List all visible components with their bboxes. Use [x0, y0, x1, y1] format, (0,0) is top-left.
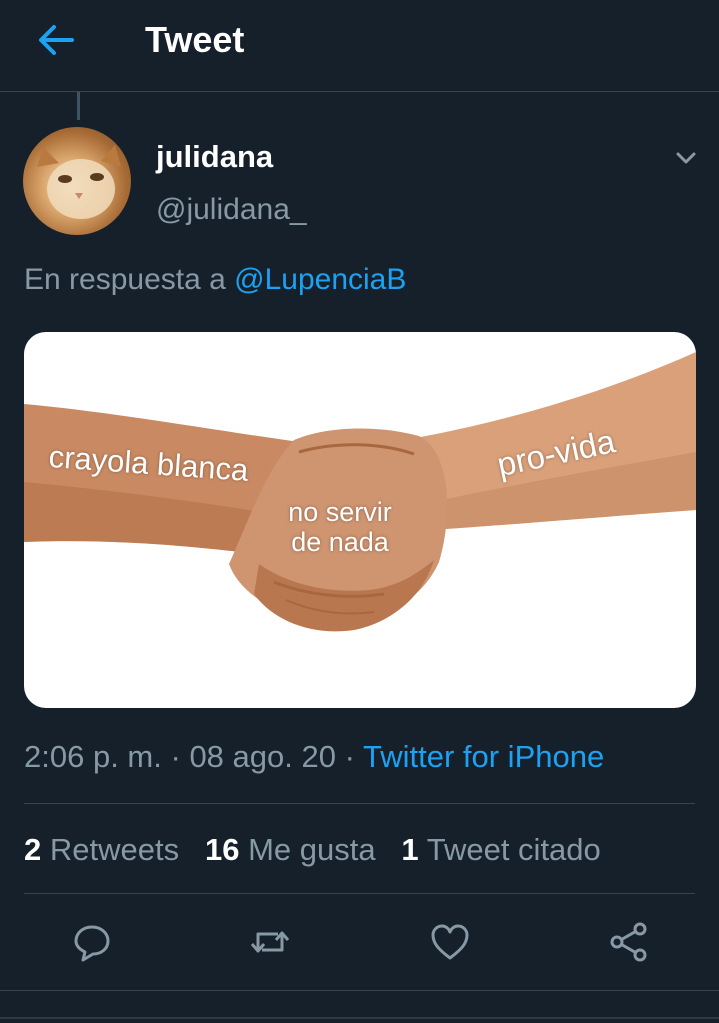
tweet-source-link[interactable]: Twitter for iPhone: [363, 739, 604, 774]
tweet-image[interactable]: crayola blanca no servir de nada pro-vid…: [24, 332, 696, 708]
retweet-icon[interactable]: [248, 920, 292, 964]
quotes-label: Tweet citado: [426, 832, 601, 867]
divider: [24, 803, 695, 804]
meme-label-middle: no servir de nada: [288, 497, 392, 557]
tweet-stats: 2 Retweets 16 Me gusta 1 Tweet citado: [24, 829, 601, 871]
reply-icon[interactable]: [70, 920, 114, 964]
retweets-count: 2: [24, 832, 42, 867]
thread-connector: [77, 92, 80, 120]
quotes-count: 1: [401, 832, 419, 867]
tweet-date: 08 ago. 20: [189, 739, 336, 774]
divider: [24, 893, 695, 894]
meta-separator: ·: [344, 739, 355, 774]
page-title: Tweet: [145, 19, 245, 60]
reply-context: En respuesta a @LupenciaB: [24, 260, 406, 300]
chevron-down-icon[interactable]: [672, 146, 700, 170]
likes-label: Me gusta: [248, 832, 376, 867]
retweets-stat[interactable]: 2 Retweets: [24, 829, 179, 871]
share-icon[interactable]: [607, 920, 651, 964]
tweet-timestamp: 2:06 p. m. · 08 ago. 20 · Twitter for iP…: [24, 736, 604, 778]
divider: [0, 1017, 719, 1019]
reply-mention-link[interactable]: @LupenciaB: [234, 263, 406, 296]
likes-stat[interactable]: 16 Me gusta: [205, 829, 376, 871]
avatar[interactable]: [23, 127, 131, 235]
likes-count: 16: [204, 832, 240, 867]
quotes-stat[interactable]: 1 Tweet citado: [401, 829, 600, 871]
like-icon[interactable]: [428, 920, 472, 964]
divider: [0, 990, 719, 991]
tweet-time: 2:06 p. m.: [24, 739, 162, 774]
retweets-label: Retweets: [49, 832, 180, 867]
reply-prefix: En respuesta a: [24, 263, 226, 296]
top-bar: Tweet: [0, 0, 719, 92]
arrow-left-icon[interactable]: [36, 22, 76, 58]
user-display-name[interactable]: julidana: [156, 138, 273, 176]
meta-separator: ·: [170, 739, 181, 774]
user-handle[interactable]: @julidana_: [156, 191, 307, 229]
